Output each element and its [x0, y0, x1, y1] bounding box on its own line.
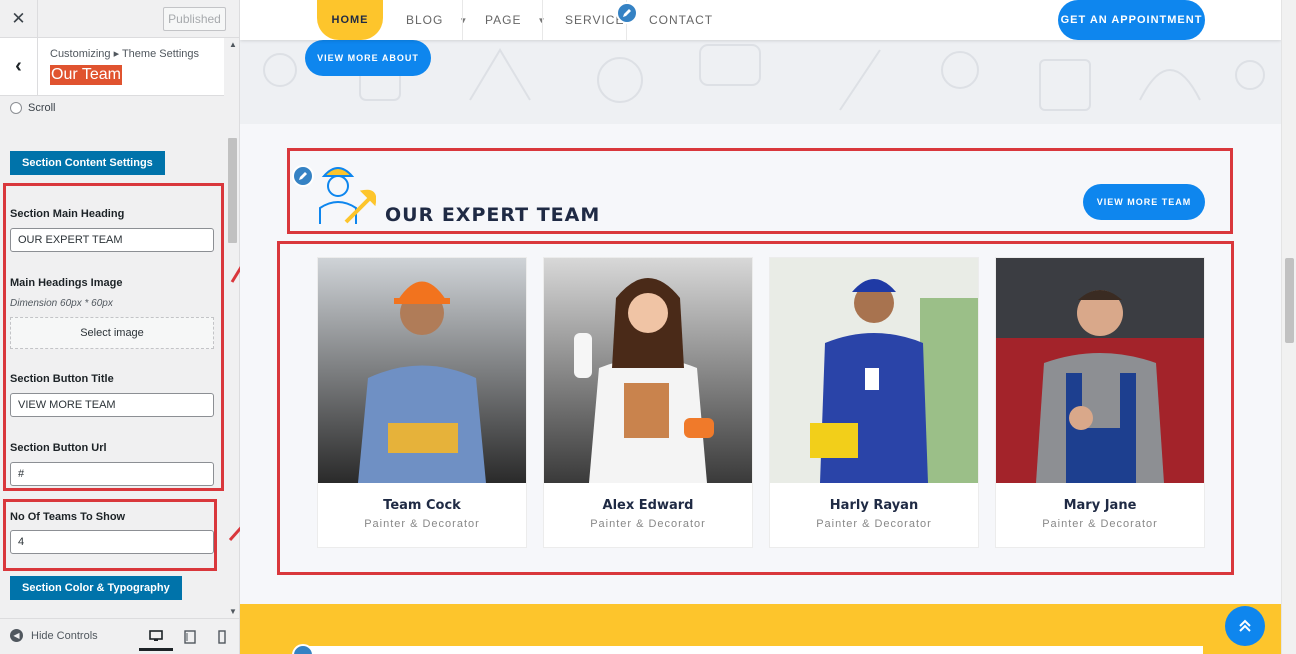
preview-scrollbar[interactable] — [1281, 0, 1296, 654]
scrollbar-thumb[interactable] — [1285, 258, 1294, 343]
section-title: Our Team — [50, 65, 122, 85]
section-header: ‹ Customizing ▸ Theme Settings Our Team — [0, 38, 224, 96]
back-arrow-icon[interactable]: ‹ — [0, 38, 38, 95]
nav-page-label: PAGE — [485, 13, 522, 27]
worker-heading-icon — [319, 167, 376, 224]
team-member-role: Painter & Decorator — [364, 518, 480, 530]
team-member-role: Painter & Decorator — [1042, 518, 1158, 530]
button-title-input[interactable]: VIEW MORE TEAM — [10, 393, 214, 417]
color-typography-button[interactable]: Section Color & Typography — [10, 576, 182, 600]
radio-button[interactable] — [10, 102, 22, 114]
team-section: OUR EXPERT TEAM VIEW MORE TEAM Team Cock… — [240, 124, 1281, 604]
button-url-label: Section Button Url — [10, 442, 107, 454]
main-heading-input[interactable]: OUR EXPERT TEAM — [10, 228, 214, 252]
team-member-photo — [996, 258, 1204, 483]
team-member-photo — [318, 258, 526, 483]
team-card[interactable]: Team Cock Painter & Decorator — [317, 257, 527, 548]
close-icon[interactable]: ✕ — [0, 0, 38, 38]
scroll-option-label: Scroll — [28, 102, 56, 114]
nav-page[interactable]: PAGE ▼ — [485, 0, 546, 40]
scroll-radio-option[interactable]: Scroll — [10, 102, 56, 114]
customizer-footer: ◀ Hide Controls — [0, 618, 239, 654]
nav-service[interactable]: SERVICE — [565, 0, 624, 40]
teams-count-input[interactable]: 4 — [10, 530, 214, 554]
mobile-preview-icon[interactable] — [205, 623, 239, 651]
team-member-role: Painter & Decorator — [590, 518, 706, 530]
view-more-about-button[interactable]: VIEW MORE ABOUT — [305, 40, 431, 76]
sidebar-scrollbar[interactable]: ▲ ▼ — [226, 38, 239, 618]
team-member-photo — [544, 258, 752, 483]
edit-pencil-icon[interactable] — [616, 2, 638, 24]
chevron-down-icon: ▼ — [459, 15, 469, 25]
published-button[interactable]: Published — [163, 7, 226, 31]
customizer-sidebar: ✕ Published ‹ Customizing ▸ Theme Settin… — [0, 0, 240, 654]
team-member-name: Mary Jane — [1063, 498, 1137, 513]
button-title-label: Section Button Title — [10, 373, 114, 385]
headings-image-label: Main Headings Image — [10, 277, 123, 289]
customizer-top-bar: ✕ Published — [0, 0, 239, 38]
team-member-role: Painter & Decorator — [816, 518, 932, 530]
hide-controls-label: Hide Controls — [31, 629, 98, 642]
desktop-preview-icon[interactable] — [139, 623, 173, 651]
team-heading: OUR EXPERT TEAM — [385, 204, 601, 226]
edit-pencil-icon[interactable] — [292, 165, 314, 187]
team-member-photo — [770, 258, 978, 483]
nav-blog[interactable]: BLOG ▼ — [406, 0, 468, 40]
select-image-button[interactable]: Select image — [10, 317, 214, 349]
section-content-settings-button[interactable]: Section Content Settings — [10, 151, 165, 175]
scrollbar-thumb[interactable] — [228, 138, 237, 243]
team-member-name: Harly Rayan — [829, 498, 919, 513]
main-navigation: HOME BLOG ▼ PAGE ▼ SERVICE CONTACT GET A… — [240, 0, 1281, 40]
collapse-icon: ◀ — [10, 629, 23, 642]
nav-home[interactable]: HOME — [317, 0, 383, 40]
team-card[interactable]: Alex Edward Painter & Decorator — [543, 257, 753, 548]
customizer-controls: Scroll Section Content Settings Section … — [0, 96, 226, 618]
get-appointment-button[interactable]: GET AN APPOINTMENT — [1058, 0, 1205, 40]
double-chevron-up-icon — [1239, 619, 1251, 632]
team-member-name: Alex Edward — [602, 498, 694, 513]
team-card[interactable]: Mary Jane Painter & Decorator — [995, 257, 1205, 548]
button-url-input[interactable]: # — [10, 462, 214, 486]
view-more-team-button[interactable]: VIEW MORE TEAM — [1083, 184, 1205, 220]
breadcrumb: Customizing ▸ Theme Settings — [50, 48, 199, 60]
site-preview: VIEW MORE ABOUT HOME BLOG ▼ PAGE ▼ SERVI… — [240, 0, 1296, 654]
nav-divider — [462, 0, 463, 40]
main-heading-label: Section Main Heading — [10, 208, 125, 220]
next-section-band — [240, 604, 1281, 654]
teams-count-label: No Of Teams To Show — [10, 511, 126, 523]
scroll-up-icon[interactable]: ▲ — [229, 40, 237, 49]
hide-controls-button[interactable]: ◀ Hide Controls — [10, 629, 98, 642]
nav-blog-label: BLOG — [406, 13, 444, 27]
scroll-down-icon[interactable]: ▼ — [229, 607, 237, 616]
next-section-panel — [303, 646, 1203, 654]
team-card[interactable]: Harly Rayan Painter & Decorator — [769, 257, 979, 548]
team-member-name: Team Cock — [383, 498, 461, 513]
nav-divider — [542, 0, 543, 40]
scroll-to-top-button[interactable] — [1225, 606, 1265, 646]
tablet-preview-icon[interactable] — [173, 623, 207, 651]
image-dimension-note: Dimension 60px * 60px — [10, 298, 113, 309]
nav-contact[interactable]: CONTACT — [649, 0, 713, 40]
